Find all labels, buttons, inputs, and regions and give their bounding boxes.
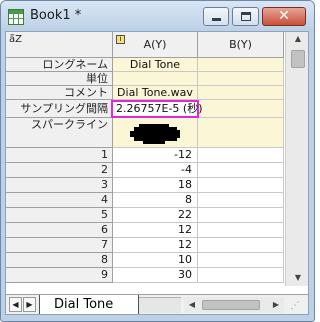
cell-b-sampling-interval[interactable]: [198, 100, 284, 118]
vertical-scroll-thumb[interactable]: [291, 50, 305, 68]
data-cell-b[interactable]: [198, 148, 284, 163]
workbook-icon: [8, 9, 24, 25]
data-cell-b[interactable]: [198, 163, 284, 178]
column-header-b[interactable]: B(Y): [198, 32, 284, 58]
cell-a-sampling-interval[interactable]: 2.26757E-5 (秒): [111, 100, 203, 118]
select-all-corner[interactable]: ā̄Z: [6, 32, 113, 58]
resize-grip-icon[interactable]: ⋰: [288, 299, 302, 313]
row-header[interactable]: 5: [6, 208, 113, 223]
sheet-tab-dial-tone[interactable]: Dial Tone: [39, 295, 139, 314]
cell-b-units[interactable]: [198, 72, 284, 86]
data-cell-a[interactable]: 10: [113, 253, 198, 268]
column-info-icon: i: [116, 35, 125, 44]
previous-sheet-button[interactable]: ◀: [9, 297, 22, 312]
cell-a-units[interactable]: [113, 72, 198, 86]
scroll-right-icon[interactable]: ▶: [270, 297, 282, 313]
data-cell-b[interactable]: [198, 268, 284, 283]
row-header[interactable]: 8: [6, 253, 113, 268]
data-cell-a[interactable]: -4: [113, 163, 198, 178]
cell-b-comments[interactable]: [198, 86, 284, 100]
data-cell-b[interactable]: [198, 223, 284, 238]
data-cell-b[interactable]: [198, 238, 284, 253]
cell-a-comments[interactable]: Dial Tone.wav: [113, 86, 198, 100]
tab-area-filler: [139, 297, 181, 313]
column-header-label: A(Y): [143, 38, 167, 51]
data-cell-b[interactable]: [198, 193, 284, 208]
next-sheet-button[interactable]: ▶: [23, 297, 36, 312]
sparkline-shape: [130, 124, 180, 144]
sheet-tab-bar: ◀ ▶ Dial Tone ◀ ▶ ⋰: [6, 294, 308, 314]
close-button[interactable]: ✕: [262, 7, 306, 26]
title-bar[interactable]: Book1 * ✕: [1, 1, 314, 31]
data-cell-a[interactable]: 8: [113, 193, 198, 208]
row-header-units[interactable]: 単位: [6, 72, 113, 86]
column-header-a[interactable]: i A(Y): [113, 32, 198, 58]
cell-b-long-name[interactable]: [198, 58, 284, 72]
horizontal-scrollbar[interactable]: ◀ ▶: [184, 297, 284, 313]
scroll-down-icon[interactable]: ▼: [292, 273, 304, 283]
vertical-scrollbar[interactable]: ▲ ▼: [285, 32, 308, 286]
row-header[interactable]: 2: [6, 163, 113, 178]
data-cell-a[interactable]: 12: [113, 238, 198, 253]
maximize-icon: [241, 12, 251, 21]
cell-b-sparkline[interactable]: [198, 118, 284, 148]
scroll-up-icon[interactable]: ▲: [292, 34, 304, 44]
column-header-label: B(Y): [229, 38, 252, 51]
row-header[interactable]: 6: [6, 223, 113, 238]
close-icon: ✕: [278, 8, 290, 24]
cell-a-sparkline[interactable]: [113, 118, 198, 148]
horizontal-scroll-thumb[interactable]: [202, 300, 260, 310]
minimize-button[interactable]: [203, 7, 229, 26]
row-header[interactable]: 4: [6, 193, 113, 208]
row-header-long-name[interactable]: ロングネーム: [6, 58, 113, 72]
row-header-comments[interactable]: コメント: [6, 86, 113, 100]
data-cell-a[interactable]: -12: [113, 148, 198, 163]
maximize-button[interactable]: [232, 7, 259, 26]
row-header-sampling-interval[interactable]: サンプリング間隔: [6, 100, 113, 118]
row-header[interactable]: 3: [6, 178, 113, 193]
scroll-left-icon[interactable]: ◀: [186, 297, 198, 313]
sort-az-icon: ā̄Z: [9, 34, 22, 45]
worksheet: ā̄Z i A(Y) B(Y) ロングネーム Dial Tone 単位 コメント…: [5, 31, 309, 315]
row-header[interactable]: 9: [6, 268, 113, 283]
data-cell-b[interactable]: [198, 253, 284, 268]
data-cell-a[interactable]: 30: [113, 268, 198, 283]
data-cell-a[interactable]: 12: [113, 223, 198, 238]
cell-a-long-name[interactable]: Dial Tone: [113, 58, 198, 72]
workbook-window: Book1 * ✕ ā̄Z i A(Y) B(Y) ロングネーム Dial To…: [0, 0, 315, 322]
row-header[interactable]: 7: [6, 238, 113, 253]
minimize-icon: [212, 18, 221, 21]
row-header-sparkline[interactable]: スパークライン: [6, 118, 113, 148]
data-cell-a[interactable]: 22: [113, 208, 198, 223]
row-header[interactable]: 1: [6, 148, 113, 163]
data-cell-b[interactable]: [198, 178, 284, 193]
data-cell-b[interactable]: [198, 208, 284, 223]
sparkline-waveform: [130, 124, 180, 144]
data-cell-a[interactable]: 18: [113, 178, 198, 193]
window-title: Book1 *: [30, 8, 82, 23]
